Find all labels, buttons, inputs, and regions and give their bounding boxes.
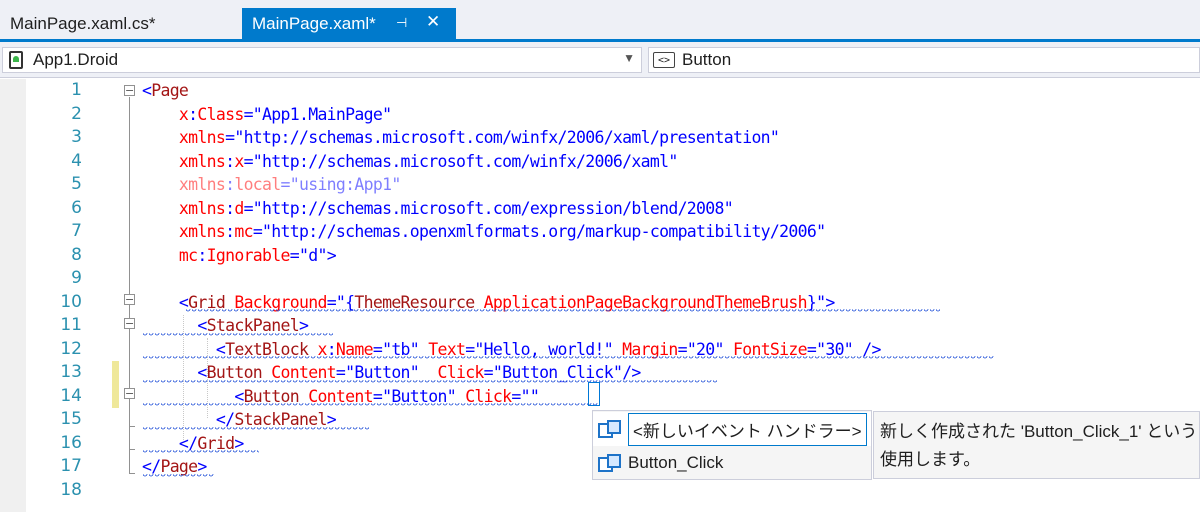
- code-text: <Page: [142, 79, 189, 103]
- code-token: Class: [197, 104, 244, 124]
- code-text: x:Class="App1.MainPage": [142, 103, 392, 127]
- code-token: local: [234, 175, 281, 194]
- error-squiggle: [143, 356, 995, 360]
- completion-item-new-handler[interactable]: <新しいイベント ハンドラー>: [593, 412, 871, 446]
- line-number: 10: [60, 291, 82, 312]
- code-token: xmlns: [142, 198, 226, 218]
- xaml-element-icon: <>: [653, 52, 675, 68]
- code-line[interactable]: 6 xmlns:d="http://schemas.microsoft.com/…: [0, 197, 1200, 221]
- code-token: <: [142, 81, 152, 100]
- code-text: mc:Ignorable="d">: [142, 244, 337, 268]
- code-line[interactable]: 3 xmlns="http://schemas.microsoft.com/wi…: [0, 126, 1200, 150]
- code-token: :: [197, 245, 207, 265]
- line-number: 8: [71, 244, 82, 265]
- close-icon[interactable]: ✕: [426, 12, 440, 32]
- error-squiggle: [143, 474, 215, 478]
- tab-mainpage-xaml[interactable]: MainPage.xaml* ⊣ ✕: [242, 8, 456, 39]
- code-text: xmlns="http://schemas.microsoft.com/winf…: [142, 126, 780, 150]
- project-dropdown-label: App1.Droid: [33, 50, 119, 69]
- tooltip-line: 新しく作成された 'Button_Click_1' というメ: [880, 422, 1200, 441]
- code-token: <: [142, 292, 189, 312]
- code-token: mc: [142, 245, 198, 265]
- code-token: xmlns: [142, 222, 226, 241]
- code-token: x: [142, 104, 189, 124]
- code-line[interactable]: 2 x:Class="App1.MainPage": [0, 103, 1200, 127]
- line-number: 11: [60, 315, 82, 335]
- line-number: 9: [71, 268, 82, 288]
- code-line[interactable]: 18: [0, 479, 1200, 503]
- line-number: 17: [60, 456, 82, 476]
- tab-label: MainPage.xaml.cs*: [10, 13, 156, 33]
- code-line[interactable]: 5 xmlns:local="using:App1": [0, 173, 1200, 197]
- event-handler-icon: [598, 420, 621, 438]
- error-squiggle: [143, 403, 599, 407]
- code-line[interactable]: 7 xmlns:mc="http://schemas.openxmlformat…: [0, 220, 1200, 244]
- chevron-down-icon[interactable]: ▼: [623, 51, 635, 65]
- line-number: 12: [60, 338, 82, 359]
- code-token: ="http://schemas.microsoft.com/winfx/200…: [243, 151, 679, 171]
- code-token: ="App1.MainPage": [243, 104, 392, 124]
- line-number: 13: [60, 362, 82, 382]
- event-handler-icon: [598, 454, 621, 472]
- code-token: ="using:App1": [280, 175, 402, 194]
- error-squiggle: [143, 427, 369, 431]
- code-token: :: [225, 198, 235, 218]
- line-number: 5: [71, 174, 82, 194]
- error-squiggle: [143, 333, 333, 337]
- code-line[interactable]: 4 xmlns:x="http://schemas.microsoft.com/…: [0, 150, 1200, 174]
- tab-label: MainPage.xaml*: [252, 13, 376, 33]
- completion-item-label: Button_Click: [628, 453, 724, 472]
- code-token: x: [234, 151, 244, 171]
- code-token: :: [225, 151, 235, 171]
- code-token: :: [225, 175, 235, 194]
- error-squiggle: [186, 309, 940, 313]
- code-token: ="http://schemas.openxmlformats.org/mark…: [252, 222, 826, 241]
- element-dropdown[interactable]: <> Button: [648, 47, 1200, 73]
- code-token: xmlns: [142, 175, 226, 194]
- completion-item-button-click[interactable]: Button_Click: [593, 446, 871, 480]
- element-dropdown-label: Button: [682, 50, 732, 69]
- tooltip-line: 使用します。: [880, 450, 981, 469]
- line-number: 3: [71, 127, 82, 147]
- code-token: d: [234, 198, 244, 218]
- pin-icon[interactable]: ⊣: [396, 15, 407, 31]
- navigation-bar: App1.Droid ▼ <> Button: [0, 42, 1200, 78]
- code-text: xmlns:mc="http://schemas.openxmlformats.…: [142, 220, 826, 244]
- line-number: 16: [60, 432, 82, 453]
- line-number: 6: [71, 197, 82, 218]
- code-token: ="d": [289, 245, 328, 265]
- code-token: ="http://schemas.microsoft.com/expressio…: [243, 198, 734, 218]
- text-caret: [588, 382, 600, 406]
- code-token: :: [225, 222, 235, 241]
- line-number: 4: [71, 150, 82, 171]
- completion-tooltip: 新しく作成された 'Button_Click_1' というメ 使用します。: [873, 411, 1200, 479]
- error-squiggle: [143, 450, 259, 454]
- code-token: xmlns: [142, 128, 226, 147]
- code-token: mc: [234, 222, 253, 241]
- code-token: ="http://schemas.microsoft.com/winfx/200…: [225, 128, 780, 147]
- code-token: Page: [151, 81, 189, 100]
- code-token: >: [326, 245, 337, 265]
- android-project-icon: [9, 51, 23, 69]
- error-squiggle: [143, 380, 717, 384]
- intellisense-list[interactable]: <新しいイベント ハンドラー> Button_Click: [592, 410, 872, 480]
- code-line[interactable]: 1 <Page: [0, 79, 1200, 103]
- line-number: 14: [60, 385, 82, 406]
- code-text: xmlns:x="http://schemas.microsoft.com/wi…: [142, 150, 678, 174]
- line-number: 2: [71, 103, 82, 124]
- code-text: xmlns:local="using:App1": [142, 173, 401, 197]
- completion-item-label: <新しいイベント ハンドラー>: [628, 412, 867, 446]
- code-token: xmlns: [142, 151, 226, 171]
- line-number: 15: [60, 409, 82, 429]
- code-line[interactable]: 8 mc:Ignorable="d">: [0, 244, 1200, 268]
- code-token: Ignorable: [206, 245, 291, 265]
- code-text: xmlns:d="http://schemas.microsoft.com/ex…: [142, 197, 734, 221]
- document-tab-strip: MainPage.xaml.cs* MainPage.xaml* ⊣ ✕: [0, 0, 1200, 42]
- line-number: 1: [71, 80, 82, 100]
- line-number: 18: [60, 479, 82, 500]
- code-line[interactable]: 9: [0, 267, 1200, 291]
- line-number: 7: [71, 221, 82, 241]
- tab-mainpage-xaml-cs[interactable]: MainPage.xaml.cs*: [0, 8, 238, 39]
- project-dropdown[interactable]: App1.Droid ▼: [2, 47, 642, 73]
